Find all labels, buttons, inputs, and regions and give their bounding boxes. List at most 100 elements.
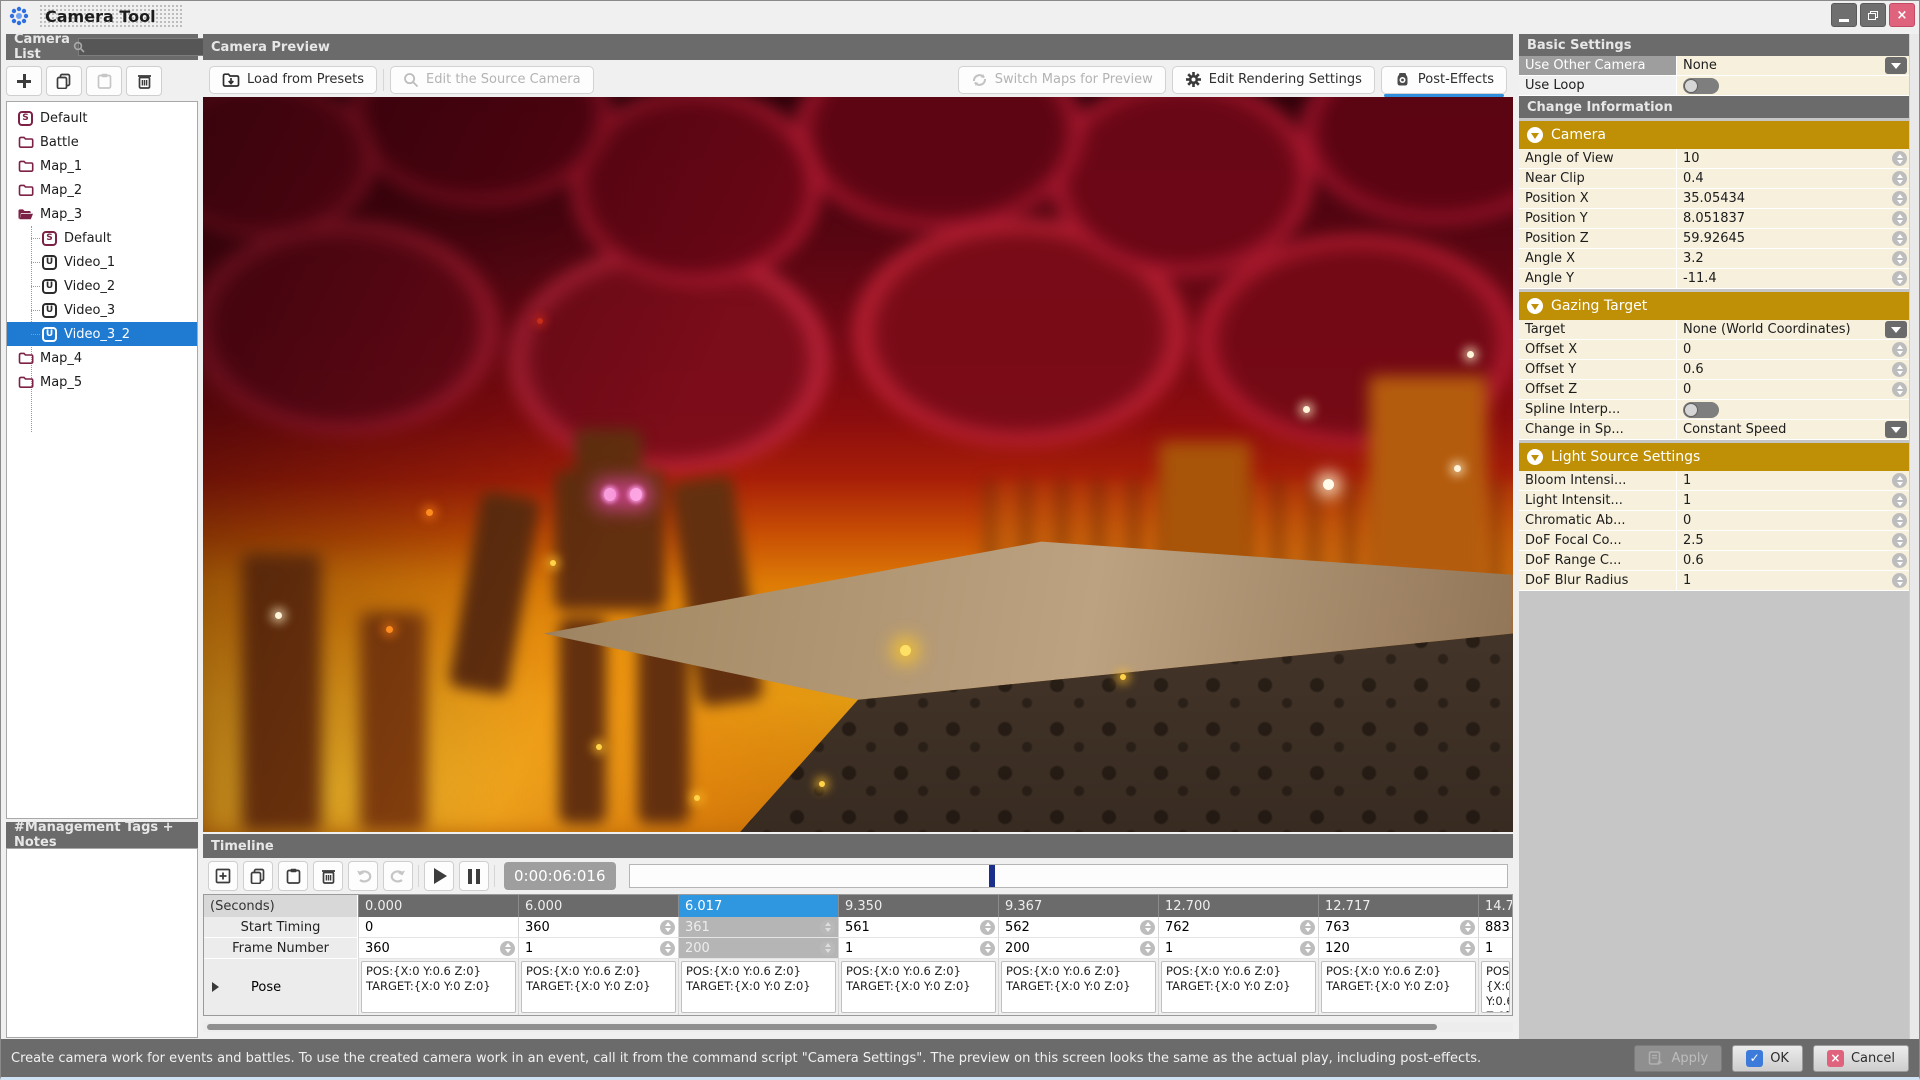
start-timing-cell[interactable]: 883 xyxy=(1478,917,1512,938)
keyframe-column-header[interactable]: 12.700 xyxy=(1158,895,1318,917)
dropdown-button[interactable] xyxy=(1885,57,1907,74)
setting-value[interactable]: 10 xyxy=(1677,149,1909,169)
spinner-icon[interactable] xyxy=(1892,533,1907,548)
frame-number-cell[interactable]: 1 xyxy=(1158,938,1318,959)
use-other-camera-value[interactable]: None xyxy=(1677,56,1909,76)
close-button[interactable]: × xyxy=(1889,3,1915,27)
frame-number-cell[interactable]: 200 xyxy=(678,938,838,959)
spinner-icon[interactable] xyxy=(660,940,675,956)
keyframe-column-header[interactable]: 0.000 xyxy=(358,895,518,917)
pose-cell[interactable]: POS:{X:0 Y:0.6 Z:0} TARGET:{X:0 Y:0 Z:0} xyxy=(358,959,518,1015)
spinner-icon[interactable] xyxy=(1892,362,1907,377)
spinner-icon[interactable] xyxy=(500,940,515,956)
maximize-button[interactable] xyxy=(1860,3,1886,27)
setting-value[interactable]: Constant Speed xyxy=(1677,420,1909,440)
start-timing-cell[interactable]: 361 xyxy=(678,917,838,938)
setting-value[interactable]: 0 xyxy=(1677,380,1909,400)
load-presets-button[interactable]: Load from Presets xyxy=(209,65,378,94)
setting-value[interactable]: 0 xyxy=(1677,340,1909,360)
timeline-scrubber[interactable] xyxy=(628,864,1508,888)
keyframe-column-header[interactable]: 9.367 xyxy=(998,895,1158,917)
spinner-icon[interactable] xyxy=(1892,553,1907,568)
section-camera-header[interactable]: Camera xyxy=(1519,121,1909,149)
setting-value[interactable]: 3.2 xyxy=(1677,249,1909,269)
spinner-icon[interactable] xyxy=(1140,919,1155,935)
spinner-icon[interactable] xyxy=(820,919,835,935)
paste-camera-button[interactable] xyxy=(86,66,122,96)
spinner-icon[interactable] xyxy=(1892,473,1907,488)
section-gazing-target-header[interactable]: Gazing Target xyxy=(1519,292,1909,320)
cancel-button[interactable]: × Cancel xyxy=(1812,1044,1909,1072)
setting-value[interactable]: 0.4 xyxy=(1677,169,1909,189)
keyframe-column-header[interactable]: 6.000 xyxy=(518,895,678,917)
tree-item-map3-default[interactable]: S Default xyxy=(7,226,197,250)
setting-value[interactable]: 0 xyxy=(1677,511,1909,531)
settings-scrollbar[interactable] xyxy=(1909,34,1919,1039)
pose-cell[interactable]: POS:{X:0 Y:0.6 Z:0} TARGET:{X:0 Y:0 Z:0} xyxy=(998,959,1158,1015)
redo-button[interactable] xyxy=(383,861,413,891)
pose-cell[interactable]: POS:{X:0 Y:0.6 Z:0} TARGET:{X:0 Y:0 Z:0} xyxy=(518,959,678,1015)
apply-button[interactable]: Apply xyxy=(1634,1044,1723,1072)
tree-item-video2[interactable]: U Video_2 xyxy=(7,274,197,298)
minimize-button[interactable] xyxy=(1831,3,1857,27)
setting-value[interactable]: 2.5 xyxy=(1677,531,1909,551)
spinner-icon[interactable] xyxy=(1892,342,1907,357)
setting-value[interactable]: -11.4 xyxy=(1677,269,1909,289)
spinner-icon[interactable] xyxy=(1892,513,1907,528)
spinner-icon[interactable] xyxy=(1460,940,1475,956)
tree-item-map5[interactable]: Map_5 xyxy=(7,370,197,394)
scrollbar-thumb[interactable] xyxy=(207,1024,1437,1030)
tree-item-map3[interactable]: Map_3 xyxy=(7,202,197,226)
undo-button[interactable] xyxy=(348,861,378,891)
keyframe-column-header[interactable]: 9.350 xyxy=(838,895,998,917)
add-keyframe-button[interactable] xyxy=(208,861,238,891)
setting-value[interactable]: 0.6 xyxy=(1677,360,1909,380)
play-button[interactable] xyxy=(424,861,454,891)
keyframe-column-header-selected[interactable]: 6.017 xyxy=(678,895,838,917)
playhead-marker[interactable] xyxy=(989,865,996,887)
keyframe-column-header[interactable]: 14.717 xyxy=(1478,895,1512,917)
setting-value[interactable]: 35.05434 xyxy=(1677,189,1909,209)
start-timing-cell[interactable]: 762 xyxy=(1158,917,1318,938)
spinner-icon[interactable] xyxy=(1892,382,1907,397)
preview-viewport[interactable] xyxy=(203,97,1513,832)
spinner-icon[interactable] xyxy=(1140,940,1155,956)
timeline-hscrollbar[interactable] xyxy=(203,1022,1513,1032)
section-light-source-header[interactable]: Light Source Settings xyxy=(1519,443,1909,471)
tree-item-battle[interactable]: Battle xyxy=(7,130,197,154)
pose-cell[interactable]: POS:{X:0 Y:0.6 Z:0} TARGET:{X:0 Y:0 Z:0} xyxy=(678,959,838,1015)
tree-item-default[interactable]: S Default xyxy=(7,106,197,130)
copy-keyframe-button[interactable] xyxy=(243,861,273,891)
pose-cell[interactable]: POS:{X:0 Y:0.6 Z:0} TARGET:{X:0 Y:0 Z:0} xyxy=(1318,959,1478,1015)
spinner-icon[interactable] xyxy=(1892,211,1907,226)
dropdown-button[interactable] xyxy=(1885,321,1907,338)
pose-cell[interactable]: POS:{X:0 Y:0.6 Z:0} TARGET:{X:0 Y:0 Z:0} xyxy=(1158,959,1318,1015)
setting-value[interactable]: 0.6 xyxy=(1677,551,1909,571)
pose-cell[interactable]: POS:{X:0 Y:0.6 Z:0} TARGET:{X:0 Y:0 Z:0} xyxy=(1478,959,1512,1015)
setting-value[interactable]: 1 xyxy=(1677,571,1909,591)
spinner-icon[interactable] xyxy=(1892,493,1907,508)
dropdown-button[interactable] xyxy=(1885,421,1907,438)
spinner-icon[interactable] xyxy=(980,919,995,935)
delete-keyframe-button[interactable] xyxy=(313,861,343,891)
keyframe-column-header[interactable]: 12.717 xyxy=(1318,895,1478,917)
frame-number-cell[interactable]: 200 xyxy=(998,938,1158,959)
use-loop-toggle[interactable] xyxy=(1683,77,1719,94)
spinner-icon[interactable] xyxy=(1892,171,1907,186)
post-effects-tab[interactable]: Post-Effects xyxy=(1380,65,1507,97)
frame-number-cell[interactable]: 120 xyxy=(1318,938,1478,959)
tree-item-video3[interactable]: U Video_3 xyxy=(7,298,197,322)
setting-value[interactable]: 59.92645 xyxy=(1677,229,1909,249)
spinner-icon[interactable] xyxy=(1892,271,1907,286)
delete-camera-button[interactable] xyxy=(126,66,162,96)
tree-item-map4[interactable]: Map_4 xyxy=(7,346,197,370)
spinner-icon[interactable] xyxy=(980,940,995,956)
spinner-icon[interactable] xyxy=(820,940,835,956)
spinner-icon[interactable] xyxy=(1300,940,1315,956)
tree-item-video3-2-selected[interactable]: U Video_3_2 xyxy=(7,322,197,346)
pause-button[interactable] xyxy=(459,861,489,891)
setting-value[interactable]: None (World Coordinates) xyxy=(1677,320,1909,340)
spinner-icon[interactable] xyxy=(1892,573,1907,588)
spline-interpolation-toggle[interactable] xyxy=(1683,401,1719,418)
edit-source-camera-button[interactable]: Edit the Source Camera xyxy=(390,65,594,94)
